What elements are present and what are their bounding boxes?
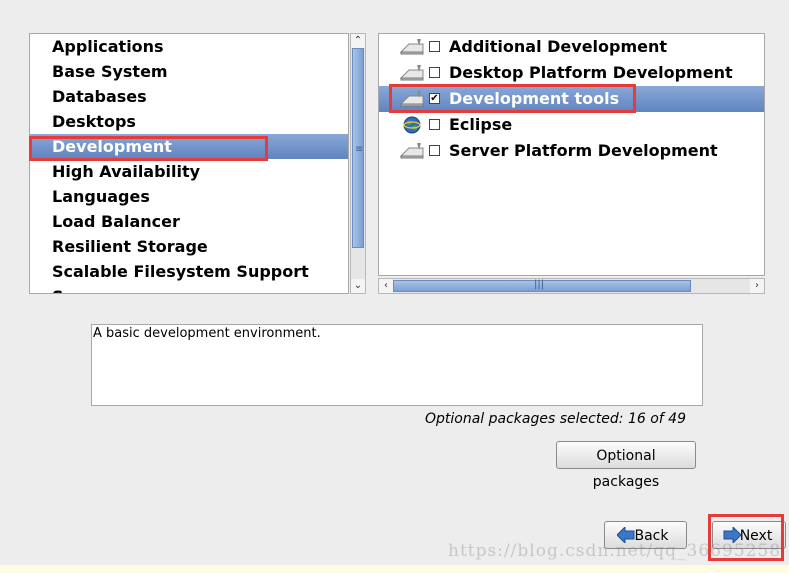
package-item[interactable]: Additional Development [379,34,764,60]
group-item[interactable]: Languages [30,184,348,209]
package-checkbox[interactable] [429,67,440,78]
scroll-left-arrow-icon[interactable]: ‹ [379,279,393,293]
group-item[interactable]: Load Balancer [30,209,348,234]
group-description: A basic development environment. [91,324,703,406]
next-button-label: Next [739,528,773,544]
package-checkbox[interactable] [429,145,440,156]
bottom-strip [0,565,789,573]
back-arrow-icon [617,527,635,543]
package-item[interactable]: ✔ Development tools [379,86,764,112]
package-label: Additional Development [449,37,668,56]
package-label: Development tools [449,89,620,108]
scroll-right-arrow-icon[interactable]: › [750,279,764,293]
group-item[interactable]: Base System [30,59,348,84]
group-item[interactable]: Resilient Storage [30,234,348,259]
package-list-horizontal-scrollbar[interactable]: ‹ ||| › [378,278,765,294]
next-arrow-icon [723,527,741,543]
package-item[interactable]: Desktop Platform Development [379,60,764,86]
group-item[interactable]: Scalable Filesystem Support [30,259,348,284]
hard-drive-icon [399,90,425,108]
back-button-label: Back [634,528,669,544]
optional-packages-button[interactable]: Optional packages [556,441,696,490]
group-item[interactable]: Development [30,134,348,159]
package-label: Server Platform Development [449,141,718,160]
package-label: Desktop Platform Development [449,63,733,82]
scrollbar-thumb[interactable]: ||| [393,279,691,292]
group-item[interactable]: Applications [30,34,348,59]
package-item[interactable]: Server Platform Development [379,138,764,164]
hard-drive-icon [399,142,425,160]
package-checkbox[interactable] [429,119,440,130]
package-checkbox[interactable]: ✔ [429,93,440,104]
group-item[interactable]: High Availability [30,159,348,184]
group-item[interactable]: Databases [30,84,348,109]
package-item[interactable]: Eclipse [379,112,764,138]
next-button[interactable]: Next [712,521,786,549]
description-text: A basic development environment. [93,326,321,341]
scroll-down-arrow-icon[interactable]: ⌄ [351,279,365,293]
scrollbar-thumb[interactable]: ≡ [352,48,364,248]
back-button[interactable]: Back [604,521,687,549]
package-checkbox[interactable] [429,41,440,52]
optional-packages-status: Optional packages selected: 16 of 49 [424,411,686,427]
group-list-vertical-scrollbar[interactable]: ⌃ ≡ ⌄ [350,33,366,294]
package-label: Eclipse [449,115,513,134]
eclipse-globe-icon [399,116,425,134]
package-list[interactable]: Additional Development Desktop Platform D… [378,33,765,276]
hard-drive-icon [399,38,425,56]
group-item[interactable]: Desktops [30,109,348,134]
hard-drive-icon [399,64,425,82]
scroll-up-arrow-icon[interactable]: ⌃ [351,34,365,48]
package-group-list[interactable]: Applications Base System Databases Desktops… [29,33,349,294]
group-item[interactable]: S [30,284,348,293]
